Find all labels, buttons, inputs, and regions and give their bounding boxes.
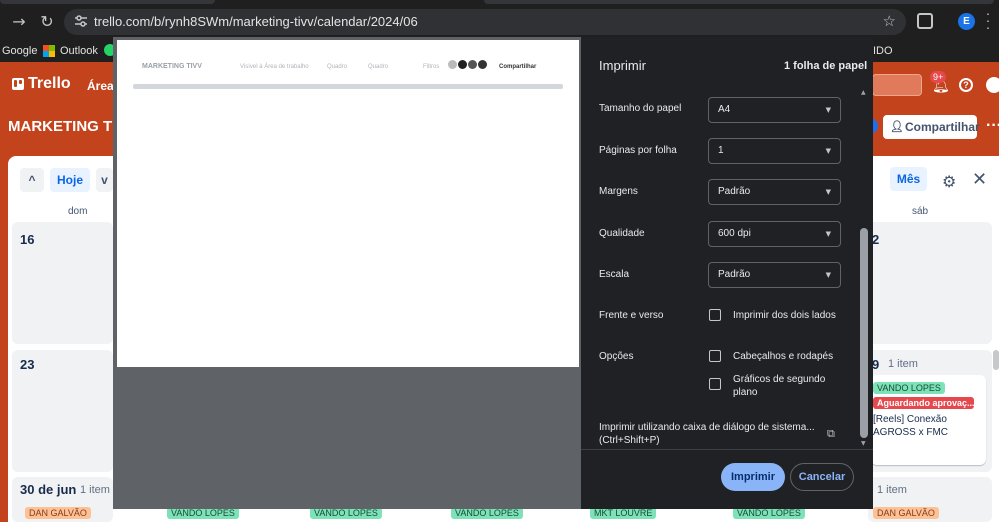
item-count: 1 item — [877, 484, 907, 496]
options-label: Opções — [599, 351, 634, 362]
margins-select[interactable]: Padrão ▼ — [708, 179, 841, 205]
previous-month-button[interactable]: ^ — [20, 168, 44, 192]
day-number: 30 de jun — [20, 482, 77, 497]
day-number: 9 — [872, 357, 880, 372]
trello-wordmark[interactable]: Trello — [28, 75, 71, 93]
scroll-down-icon[interactable]: ▼ — [861, 440, 866, 447]
help-icon[interactable]: ? — [959, 78, 973, 92]
quality-label: Qualidade — [599, 228, 645, 239]
member-label: DAN GALVÃO — [25, 507, 91, 519]
margins-label: Margens — [599, 186, 638, 197]
weekday-saturday: sáb — [912, 206, 929, 217]
preview-visibility: Visível à Área de trabalho — [240, 64, 309, 70]
search-input[interactable] — [872, 74, 922, 96]
background-graphics-checkbox[interactable] — [709, 378, 721, 390]
system-dialog-link[interactable]: Imprimir utilizando caixa de diálogo de … — [599, 421, 817, 447]
next-month-button[interactable]: v — [96, 168, 113, 192]
notifications-badge: 9+ — [930, 71, 947, 83]
share-button[interactable]: 👤︎ Compartilhar — [883, 115, 980, 139]
print-button[interactable]: Imprimir — [721, 463, 785, 491]
preview-filters: Filtros — [423, 64, 440, 70]
divider — [581, 449, 873, 450]
preview-board-title: MARKETING TIVV — [142, 63, 202, 70]
settings-scrollbar[interactable] — [860, 228, 868, 438]
chevron-down-icon: ▼ — [825, 230, 831, 238]
scrollbar[interactable] — [993, 350, 999, 370]
profile-avatar[interactable]: E — [958, 13, 975, 30]
bookmark-star-icon[interactable]: ☆ — [883, 12, 896, 30]
outlook-icon — [43, 45, 55, 57]
item-count: 1 item — [888, 358, 918, 370]
scale-label: Escala — [599, 269, 630, 280]
scale-select[interactable]: Padrão ▼ — [708, 262, 841, 288]
chevron-down-icon: ▼ — [825, 147, 831, 155]
gear-icon[interactable]: ⚙ — [942, 172, 956, 191]
chevron-down-icon: ▼ — [825, 271, 831, 279]
bookmark-folder[interactable]: IDO — [873, 45, 893, 57]
close-icon[interactable]: ✕ — [972, 169, 987, 190]
quality-value: 600 dpi — [718, 228, 751, 239]
pages-per-sheet-select[interactable]: 1 ▼ — [708, 138, 841, 164]
preview-view: Quadro — [368, 64, 389, 70]
reload-icon[interactable]: ↻ — [36, 11, 58, 33]
share-label: Compartilhar — [905, 120, 980, 134]
today-button[interactable]: Hoje — [50, 168, 90, 192]
browser-menu-icon[interactable]: · · · — [984, 6, 992, 34]
background-graphics-label[interactable]: Gráficos de segundo plano — [733, 373, 833, 399]
board-title[interactable]: MARKETING TIV — [8, 118, 126, 135]
add-person-icon: 👤︎ — [890, 120, 904, 133]
duplex-label: Frente e verso — [599, 310, 664, 321]
preview-view: Quadro — [327, 64, 348, 70]
chevron-down-icon: ▼ — [825, 188, 831, 196]
margins-value: Padrão — [718, 186, 751, 197]
external-link-icon[interactable]: ⧉ — [827, 427, 835, 441]
site-settings-icon[interactable] — [74, 14, 88, 28]
bookmark-google[interactable]: Google — [2, 45, 37, 57]
duplex-checkbox[interactable] — [709, 309, 721, 321]
card-title: [Reels] Conexão AGROSS x FMC — [873, 414, 949, 438]
calendar-day-cell[interactable] — [868, 222, 992, 344]
trello-logo-icon — [12, 78, 24, 90]
duplex-option-label[interactable]: Imprimir dos dois lados — [733, 309, 836, 322]
address-bar[interactable]: trello.com/b/rynh8SWm/marketing-tivv/cal… — [64, 9, 906, 35]
member-label: VANDO LOPES — [873, 382, 945, 394]
url-text: trello.com/b/rynh8SWm/marketing-tivv/cal… — [94, 14, 418, 29]
chevron-down-icon: ▼ — [825, 106, 831, 114]
sheet-count: 1 folha de papel — [784, 60, 868, 72]
preview-scrollbar — [133, 84, 563, 89]
paper-size-value: A4 — [718, 104, 731, 115]
browser-tab[interactable] — [484, 0, 994, 4]
member-label: DAN GALVÃO — [873, 507, 939, 519]
item-count: 1 item — [80, 484, 110, 496]
status-label: Aguardando aprovaç... — [873, 397, 974, 409]
paper-size-label: Tamanho do papel — [599, 103, 682, 114]
paper-size-select[interactable]: A4 ▼ — [708, 97, 841, 123]
day-number: 16 — [20, 232, 35, 247]
day-number: 23 — [20, 357, 35, 372]
cancel-button[interactable]: Cancelar — [790, 463, 854, 491]
month-view-button[interactable]: Mês — [890, 167, 927, 191]
browser-tab[interactable] — [0, 0, 215, 4]
extensions-icon[interactable] — [917, 13, 933, 29]
day-number: 2 — [872, 232, 880, 247]
headers-footers-checkbox[interactable] — [709, 350, 721, 362]
quality-select[interactable]: 600 dpi ▼ — [708, 221, 841, 247]
weekday-sunday: dom — [68, 206, 88, 217]
board-menu-icon[interactable]: ··· — [986, 117, 999, 135]
bookmark-outlook[interactable]: Outlook — [60, 45, 98, 57]
preview-share: Compartilhar — [499, 64, 537, 70]
forward-icon[interactable]: → — [8, 11, 30, 33]
pages-per-sheet-label: Páginas por folha — [599, 145, 677, 156]
print-preview-page — [117, 40, 579, 367]
pages-per-sheet-value: 1 — [718, 145, 724, 156]
headers-footers-label[interactable]: Cabeçalhos e rodapés — [733, 350, 833, 363]
preview-member-avatars — [448, 60, 488, 69]
scroll-up-icon[interactable]: ▲ — [861, 89, 866, 96]
scale-value: Padrão — [718, 269, 751, 280]
print-title: Imprimir — [599, 58, 646, 73]
avatar[interactable] — [986, 77, 999, 93]
